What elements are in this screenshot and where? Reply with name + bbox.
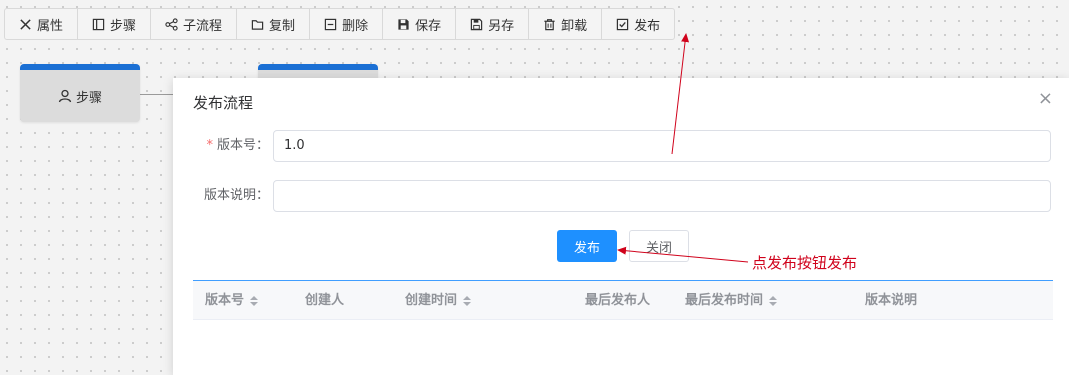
trash-icon	[543, 18, 556, 31]
flow-node-label: 步骤	[75, 90, 102, 106]
properties-button[interactable]: 属性	[5, 9, 79, 39]
column-header-creator: 创建人	[305, 293, 345, 308]
properties-label: 属性	[37, 18, 64, 34]
column-header-description: 版本说明	[865, 293, 918, 308]
check-square-icon	[616, 18, 629, 31]
publish-toolbar-label: 发布	[634, 18, 661, 34]
sort-icon[interactable]	[769, 295, 778, 306]
version-row: * 版本号： 1.0	[173, 130, 1069, 162]
version-input[interactable]: 1.0	[273, 130, 1051, 162]
step-button[interactable]: 步骤	[78, 9, 152, 39]
uninstall-label: 卸载	[561, 18, 588, 34]
column-header-last-publish-time[interactable]: 最后发布时间	[685, 281, 778, 320]
panel-icon	[92, 18, 105, 31]
sort-icon[interactable]	[463, 295, 472, 306]
publish-toolbar-button[interactable]: 发布	[602, 9, 674, 39]
publish-button[interactable]: 发布	[557, 230, 617, 262]
uninstall-button[interactable]: 卸载	[529, 9, 603, 39]
save-as-icon	[470, 18, 483, 31]
subprocess-label: 子流程	[183, 18, 223, 34]
folder-icon	[251, 18, 264, 31]
required-mark: *	[206, 138, 213, 153]
column-header-version[interactable]: 版本号	[205, 281, 259, 320]
column-header-created-time[interactable]: 创建时间	[405, 281, 472, 320]
publish-dialog: 发布流程 × * 版本号： 1.0 版本说明： 发布 关闭 版本号 创建人 创建时…	[173, 78, 1069, 375]
copy-button[interactable]: 复制	[237, 9, 311, 39]
subprocess-button[interactable]: 子流程	[151, 9, 238, 39]
save-as-label: 另存	[488, 18, 515, 34]
description-row: 版本说明：	[173, 180, 1069, 212]
annotation-text: 点发布按钮发布	[752, 254, 858, 272]
minus-square-icon	[324, 18, 337, 31]
copy-label: 复制	[269, 18, 296, 34]
description-label: 版本说明：	[203, 188, 269, 203]
version-table-header: 版本号 创建人 创建时间 最后发布人 最后发布时间 版本说明	[193, 280, 1053, 320]
delete-button[interactable]: 删除	[310, 9, 384, 39]
delete-label: 删除	[342, 18, 369, 34]
step-label: 步骤	[110, 18, 137, 34]
dialog-title: 发布流程	[193, 94, 254, 112]
user-icon	[58, 89, 72, 103]
save-as-button[interactable]: 另存	[456, 9, 530, 39]
toolbar: 属性 步骤 子流程 复制 删除 保存 另存 卸载 发布	[4, 8, 676, 40]
save-icon	[397, 18, 410, 31]
flow-node-step[interactable]: 步骤	[20, 64, 140, 122]
description-input[interactable]	[273, 180, 1051, 212]
sort-icon[interactable]	[250, 295, 259, 306]
save-label: 保存	[415, 18, 442, 34]
close-icon[interactable]: ×	[1038, 90, 1053, 108]
version-label: * 版本号：	[206, 138, 269, 153]
column-header-last-publisher: 最后发布人	[585, 293, 651, 308]
close-button[interactable]: 关闭	[629, 230, 689, 262]
share-icon	[165, 17, 178, 31]
save-button[interactable]: 保存	[383, 9, 457, 39]
tools-icon	[19, 18, 32, 31]
